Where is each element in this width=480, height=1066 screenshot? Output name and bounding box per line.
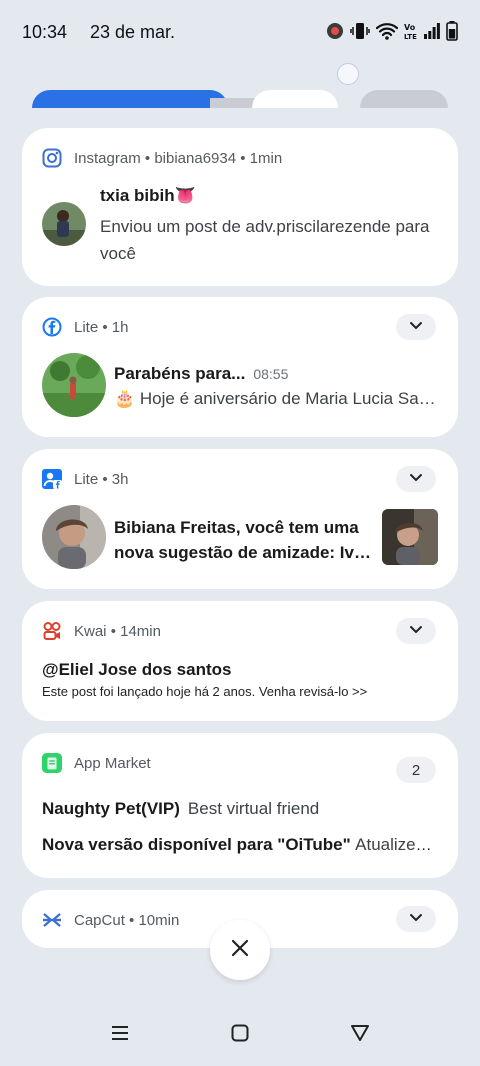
notification-count-badge[interactable]: 2 [396,757,436,783]
separator: • [102,470,108,488]
app-name: Instagram [74,149,141,167]
vibrate-icon [350,20,370,42]
quick-settings-tile[interactable] [252,90,338,108]
notification-time: 3h [111,470,129,488]
back-button[interactable] [347,1022,373,1048]
notification-stamp: 08:55 [253,366,289,382]
battery-icon [446,20,458,42]
notification-lite-birthday[interactable]: Lite • 1h Parabéns para... 08:55 🎂 Hoje … [22,297,458,437]
notification-time: 10min [138,911,180,929]
svg-text:Vo: Vo [404,23,416,32]
notification-body-line2: nova sugestão de amizade: Ivone Freitas [114,543,378,562]
instagram-icon [42,148,62,168]
expand-button[interactable] [396,466,436,492]
signal-icon [424,20,440,42]
svg-text:LTE: LTE [404,33,417,41]
wifi-icon [376,20,398,42]
date: 23 de mar. [90,22,176,42]
notification-time: 1h [111,318,129,336]
expand-button[interactable] [396,906,436,932]
notification-body: Atualize agora [355,835,432,854]
notification-body: Best virtual friend [187,799,320,818]
capcut-icon [42,910,62,930]
recents-button[interactable] [107,1022,133,1048]
app-market-icon [42,753,62,773]
notification-body-line1: Bibiana Freitas, você tem uma [114,518,359,537]
close-icon [230,938,250,963]
quick-settings-tile[interactable] [360,90,448,108]
notification-header: Kwai • 14min [42,621,161,641]
notification-header: Instagram • bibiana6934 • 1min [42,148,282,168]
notification-kwai[interactable]: Kwai • 14min @Eliel Jose dos santos Este… [22,601,458,721]
notification-title: Naughty Pet(VIP) [42,799,180,818]
separator: • [240,149,246,167]
app-name: Lite [74,318,99,336]
app-name: Lite [74,470,99,488]
notification-time: 1min [249,149,283,167]
clear-all-button[interactable] [210,920,270,980]
home-icon [231,1024,249,1047]
facebook-icon [42,317,62,337]
account-name: bibiana6934 [154,149,237,167]
avatar [42,202,86,246]
notification-lite-friend[interactable]: Lite • 3h Bibiana Freitas, você tem uma … [22,449,458,589]
chevron-down-icon [409,910,423,928]
volte-icon: Vo LTE [404,20,418,42]
expand-button[interactable] [396,618,436,644]
notification-title: txia bibih👅 [100,186,196,205]
expand-button[interactable] [396,314,436,340]
notification-title: @Eliel Jose dos santos [42,660,232,679]
facebook-lite-icon [42,469,62,489]
notification-header: App Market [42,753,151,773]
home-button[interactable] [227,1022,253,1048]
back-icon [350,1024,370,1047]
notification-app-market[interactable]: App Market 2 Naughty Pet(VIP) Best virtu… [22,733,458,878]
notification-title: Nova versão disponível para "OiTube" [42,835,351,854]
status-icons: Vo LTE [326,20,458,42]
notification-body: Enviou um post de adv.priscilarezende pa… [100,217,430,263]
separator: • [110,622,116,640]
clock: 10:34 [22,22,68,42]
separator: • [144,149,151,167]
quick-settings-tile[interactable] [32,90,228,108]
notification-time: 14min [120,622,161,640]
avatar [42,353,106,417]
notification-body: 🎂 Hoje é aniversário de Maria Lucia Sant… [114,389,436,408]
separator: • [129,911,135,929]
navigation-bar [0,1010,480,1060]
app-name: CapCut [74,911,125,929]
notification-header: Lite • 1h [42,317,128,337]
chevron-down-icon [409,470,423,488]
notification-body: Este post foi lançado hoje há 2 anos. Ve… [42,684,368,699]
app-name: Kwai [74,622,107,640]
notification-header: CapCut • 10min [42,910,179,930]
avatar [42,505,106,569]
quick-settings-handle[interactable] [337,63,359,85]
menu-icon [111,1025,129,1046]
chevron-down-icon [409,622,423,640]
notification-instagram[interactable]: Instagram • bibiana6934 • 1min txia bibi… [22,128,458,286]
separator: • [102,318,108,336]
notification-title: Parabéns para... [114,364,246,383]
kwai-icon [42,621,62,641]
app-name: App Market [74,754,151,772]
notification-header: Lite • 3h [42,469,128,489]
status-bar: 10:34 23 de mar. Vo LTE [0,0,480,64]
chevron-down-icon [409,318,423,336]
record-icon [326,20,344,42]
thumbnail-image [382,509,438,565]
